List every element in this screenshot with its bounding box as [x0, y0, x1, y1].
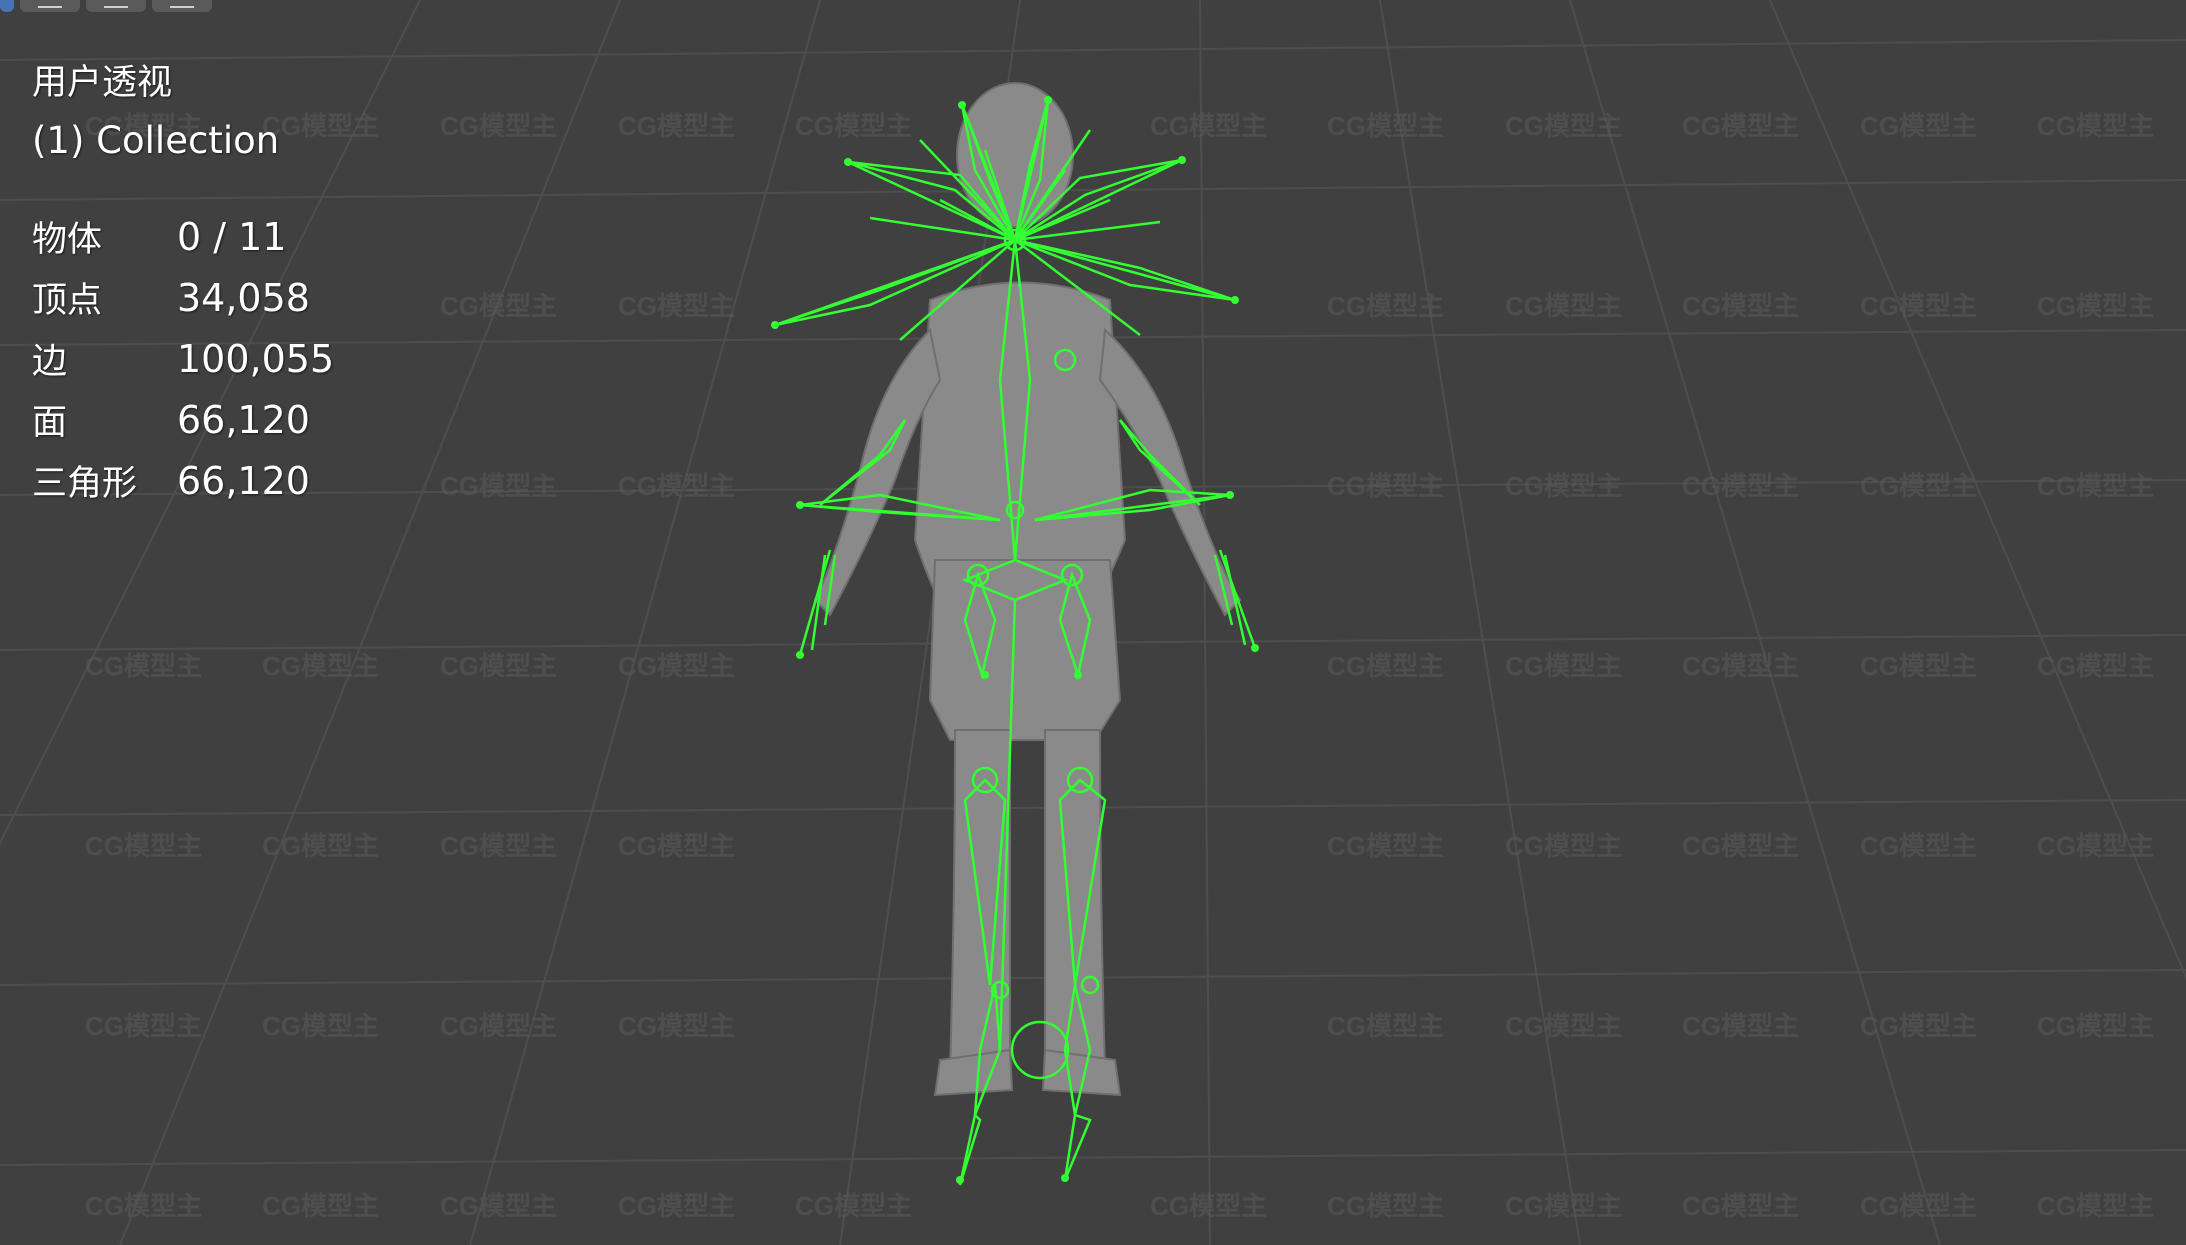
- select-mode-icon[interactable]: [0, 0, 14, 12]
- watermark: CG模型主: [1327, 111, 1444, 141]
- watermark: CG模型主: [2037, 111, 2154, 141]
- watermark: CG模型主: [85, 831, 202, 861]
- view-icon[interactable]: [86, 0, 146, 12]
- watermark: CG模型主: [1327, 1191, 1444, 1221]
- watermark: CG模型主: [440, 1011, 557, 1041]
- watermark: CG模型主: [1327, 1011, 1444, 1041]
- watermark: CG模型主: [1860, 111, 1977, 141]
- watermark: CG模型主: [1682, 291, 1799, 321]
- stat-value: 0 / 11: [177, 214, 287, 259]
- stat-label: 顶点: [32, 281, 103, 321]
- watermark: CG模型主: [1860, 1011, 1977, 1041]
- watermark: CG模型主: [618, 111, 735, 141]
- viewport-info-overlay: 用户透视 (1) Collection 物体 0 / 11 顶点 34,058 …: [32, 54, 334, 511]
- stat-label: 三角形: [32, 464, 138, 504]
- scene-statistics: 物体 0 / 11 顶点 34,058 边 100,055 面 66,120 三…: [32, 206, 334, 511]
- watermark: CG模型主: [1505, 1191, 1622, 1221]
- watermark: CG模型主: [2037, 471, 2154, 501]
- watermark: CG模型主: [1682, 1191, 1799, 1221]
- watermark: CG模型主: [1860, 831, 1977, 861]
- watermark: CG模型主: [795, 1191, 912, 1221]
- watermark: CG模型主: [440, 651, 557, 681]
- watermark: CG模型主: [262, 1011, 379, 1041]
- watermark: CG模型主: [1860, 471, 1977, 501]
- stat-value: 100,055: [177, 336, 335, 381]
- watermark: CG模型主: [1505, 111, 1622, 141]
- watermark: CG模型主: [618, 831, 735, 861]
- watermark: CG模型主: [1327, 471, 1444, 501]
- watermark: CG模型主: [1505, 471, 1622, 501]
- watermark-layer: CG模型主 CG模型主 CG模型主 CG模型主 CG模型主 CG模型主 CG模型…: [85, 111, 2154, 1221]
- watermark: CG模型主: [1860, 651, 1977, 681]
- stat-objects: 物体 0 / 11: [32, 206, 334, 267]
- watermark: CG模型主: [262, 651, 379, 681]
- watermark: CG模型主: [262, 831, 379, 861]
- watermark: CG模型主: [795, 111, 912, 141]
- collection-info: (1) Collection: [32, 119, 280, 162]
- stat-edges: 边 100,055: [32, 328, 334, 389]
- stat-value: 66,120: [177, 397, 310, 442]
- stat-faces: 面 66,120: [32, 389, 334, 450]
- watermark: CG模型主: [440, 471, 557, 501]
- stat-label: 面: [32, 403, 68, 443]
- watermark: CG模型主: [1327, 291, 1444, 321]
- watermark: CG模型主: [1327, 651, 1444, 681]
- watermark: CG模型主: [85, 1191, 202, 1221]
- watermark: CG模型主: [440, 111, 557, 141]
- watermark: CG模型主: [440, 831, 557, 861]
- options-icon[interactable]: [152, 0, 212, 12]
- watermark: CG模型主: [618, 651, 735, 681]
- watermark: CG模型主: [1682, 111, 1799, 141]
- watermark: CG模型主: [262, 1191, 379, 1221]
- watermark: CG模型主: [2037, 651, 2154, 681]
- watermark: CG模型主: [2037, 1191, 2154, 1221]
- watermark: CG模型主: [1682, 471, 1799, 501]
- stat-label: 边: [32, 342, 68, 382]
- viewport-header-toolbar: [0, 0, 280, 12]
- watermark: CG模型主: [1682, 831, 1799, 861]
- watermark: CG模型主: [440, 291, 557, 321]
- watermark: CG模型主: [2037, 291, 2154, 321]
- watermark: CG模型主: [1505, 1011, 1622, 1041]
- watermark: CG模型主: [1860, 291, 1977, 321]
- stat-triangles: 三角形 66,120: [32, 450, 334, 511]
- watermark: CG模型主: [1327, 831, 1444, 861]
- watermark: CG模型主: [1505, 831, 1622, 861]
- watermark: CG模型主: [2037, 831, 2154, 861]
- watermark: CG模型主: [440, 1191, 557, 1221]
- watermark: CG模型主: [2037, 1011, 2154, 1041]
- watermark: CG模型主: [85, 1011, 202, 1041]
- watermark: CG模型主: [618, 1191, 735, 1221]
- view-name: 用户透视: [32, 63, 173, 103]
- menu-icon[interactable]: [20, 0, 80, 12]
- watermark: CG模型主: [1150, 1191, 1267, 1221]
- stat-value: 34,058: [177, 275, 310, 320]
- watermark: CG模型主: [85, 651, 202, 681]
- stat-vertices: 顶点 34,058: [32, 267, 334, 328]
- watermark: CG模型主: [618, 291, 735, 321]
- watermark: CG模型主: [1505, 291, 1622, 321]
- stat-value: 66,120: [177, 458, 310, 503]
- stat-label: 物体: [32, 220, 103, 260]
- watermark: CG模型主: [1682, 651, 1799, 681]
- menu-glyph: [38, 1, 62, 8]
- watermark: CG模型主: [1860, 1191, 1977, 1221]
- watermark: CG模型主: [618, 1011, 735, 1041]
- options-glyph: [170, 1, 194, 8]
- watermark: CG模型主: [618, 471, 735, 501]
- view-glyph: [104, 1, 128, 8]
- watermark: CG模型主: [1682, 1011, 1799, 1041]
- watermark: CG模型主: [1505, 651, 1622, 681]
- watermark: CG模型主: [1150, 111, 1267, 141]
